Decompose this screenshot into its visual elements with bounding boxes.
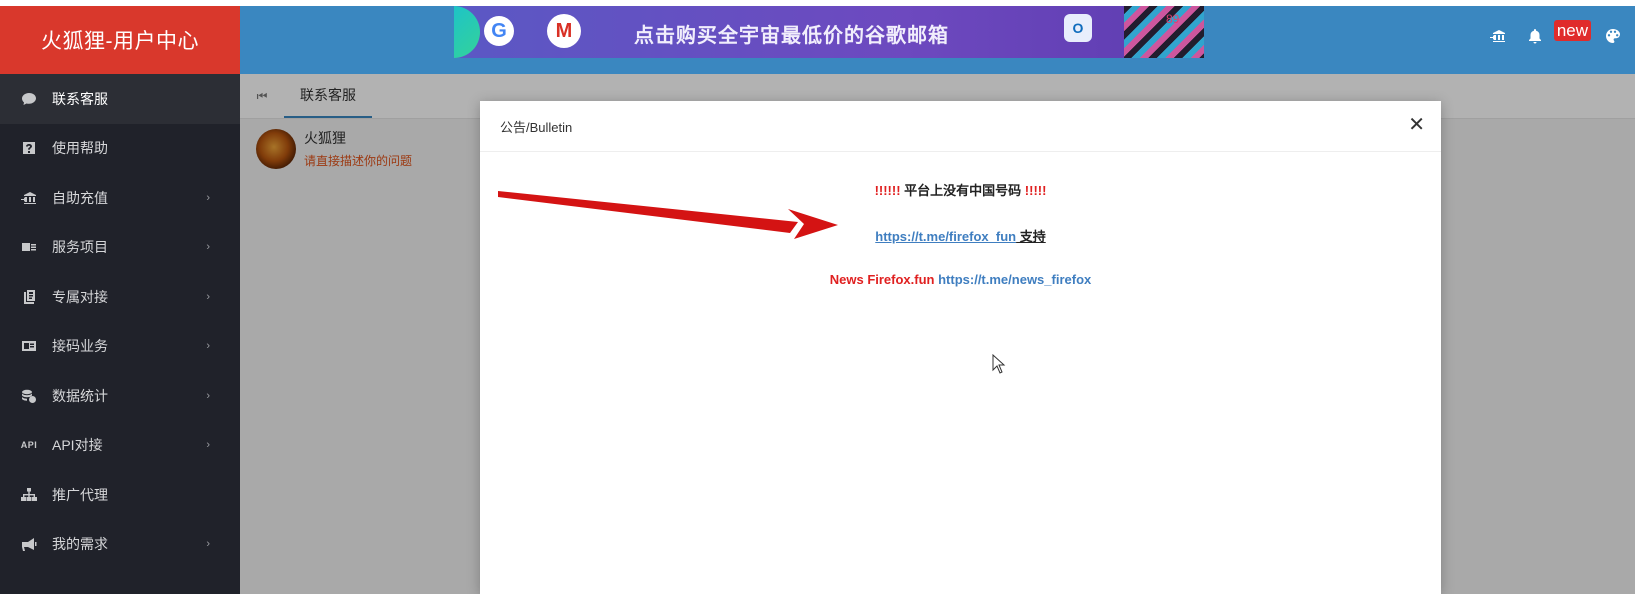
sidebar-item-help[interactable]: 使用帮助 [0, 124, 240, 174]
news-telegram-link[interactable]: https://t.me/news_firefox [938, 272, 1091, 287]
sidebar-item-api[interactable]: API API对接 › [0, 421, 240, 471]
outlook-logo-icon: O [1064, 14, 1092, 42]
modal-title: 公告/Bulletin [500, 119, 573, 135]
bank-transfer-icon [20, 189, 38, 207]
header-actions: new [1489, 20, 1635, 49]
chevron-right-icon: › [206, 290, 210, 303]
megaphone-icon [20, 535, 38, 553]
warning-text: 平台上没有中国号码 [904, 183, 1022, 198]
bulletin-modal: 公告/Bulletin ✕ !!!!!! 平台上没有中国号码 !!!!! htt… [480, 101, 1441, 594]
sidebar-item-dedicated[interactable]: 专属对接 › [0, 272, 240, 322]
warning-suffix: !!!!! [1021, 183, 1047, 198]
news-label: News Firefox.fun [829, 272, 939, 287]
sidebar-item-label: 我的需求 [52, 536, 108, 553]
chevron-right-icon: › [206, 241, 210, 254]
sidebar-item-label: 专属对接 [52, 288, 108, 305]
chevron-right-icon: › [206, 389, 210, 402]
banner-decoration [1124, 6, 1204, 58]
chat-icon [20, 90, 38, 108]
sidebar-item-contact-support[interactable]: 联系客服 [0, 74, 240, 124]
notification-badge: new [1553, 20, 1591, 41]
sidebar-item-affiliate[interactable]: 推广代理 [0, 470, 240, 520]
promo-banner[interactable]: G M 点击购买全宇宙最低价的谷歌邮箱 O 89 [454, 6, 1204, 58]
sidebar-item-label: 联系客服 [52, 90, 108, 107]
annotation-arrow-icon [498, 191, 838, 239]
chevron-right-icon: › [206, 439, 210, 452]
bank-transfer-icon[interactable] [1489, 28, 1507, 49]
google-logo-icon: G [484, 16, 514, 46]
sidebar-item-label: 服务项目 [52, 239, 108, 256]
chevron-right-icon: › [206, 340, 210, 353]
sidebar-item-label: API对接 [52, 437, 103, 454]
gmail-logo-icon: M [547, 14, 581, 48]
sidebar-item-label: 自助充值 [52, 189, 108, 206]
sidebar: 火狐狸-用户中心 联系客服 使用帮助 自助充值 › 服务项目 › 专属对接 › … [0, 6, 240, 594]
sidebar-item-label: 接码业务 [52, 338, 108, 355]
bell-icon[interactable]: new [1527, 20, 1591, 49]
warning-prefix: !!!!!! [874, 183, 905, 198]
sidebar-nav: 联系客服 使用帮助 自助充值 › 服务项目 › 专属对接 › 接码业务 › 数据… [0, 74, 240, 569]
sidebar-item-label: 推广代理 [52, 486, 108, 503]
banner-number: 89 [1166, 12, 1180, 26]
service-card-icon [20, 238, 38, 256]
api-icon: API [20, 440, 38, 451]
sidebar-item-label: 使用帮助 [52, 140, 108, 157]
sidebar-item-services[interactable]: 服务项目 › [0, 223, 240, 273]
coins-icon [20, 387, 38, 405]
close-icon[interactable]: ✕ [1408, 115, 1425, 135]
brand-title[interactable]: 火狐狸-用户中心 [0, 6, 240, 74]
sidebar-item-sms-codes[interactable]: 接码业务 › [0, 322, 240, 372]
clipboard-icon [20, 288, 38, 306]
modal-header: 公告/Bulletin ✕ [480, 101, 1441, 152]
chevron-right-icon: › [206, 191, 210, 204]
top-header: G M 点击购买全宇宙最低价的谷歌邮箱 O 89 new [240, 6, 1635, 74]
palette-icon[interactable] [1605, 28, 1621, 49]
mouse-cursor-icon [992, 354, 1006, 374]
chevron-right-icon: › [206, 538, 210, 551]
support-telegram-link[interactable]: https://t.me/firefox_fun [875, 229, 1016, 244]
bulletin-line-news: News Firefox.fun https://t.me/news_firef… [480, 272, 1441, 318]
sidebar-item-my-requests[interactable]: 我的需求 › [0, 520, 240, 570]
sidebar-item-statistics[interactable]: 数据统计 › [0, 371, 240, 421]
sidebar-item-label: 数据统计 [52, 387, 108, 404]
banner-text: 点击购买全宇宙最低价的谷歌邮箱 [634, 25, 949, 47]
banner-decoration [454, 6, 480, 58]
id-card-icon [20, 337, 38, 355]
sitemap-icon [20, 486, 38, 504]
help-icon [20, 139, 38, 157]
sidebar-item-recharge[interactable]: 自助充值 › [0, 173, 240, 223]
support-text[interactable]: 支持 [1016, 229, 1046, 244]
